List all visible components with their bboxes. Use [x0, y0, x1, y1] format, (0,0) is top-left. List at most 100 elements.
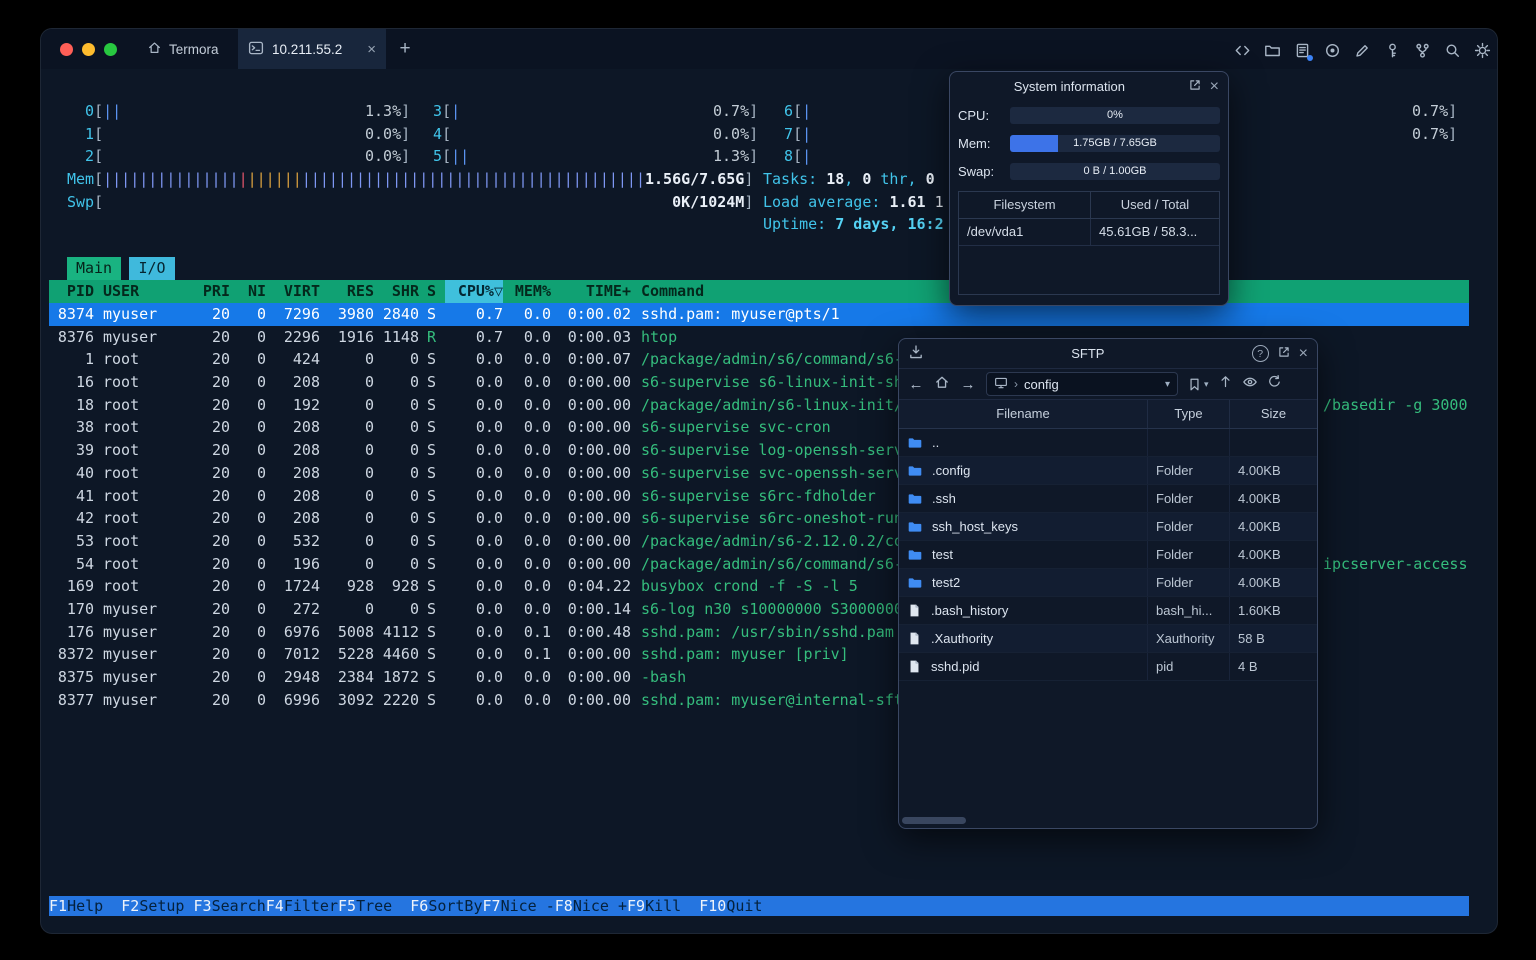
file-name: ssh_host_keys [932, 519, 1018, 534]
device-icon [994, 376, 1008, 393]
breadcrumb-separator: › [1014, 377, 1018, 391]
col-filename[interactable]: Filename [899, 400, 1148, 428]
fkey-item[interactable]: F8 [555, 896, 573, 916]
popout-icon[interactable] [1277, 345, 1291, 362]
htop-tab-main[interactable]: Main [67, 257, 121, 280]
fkey-item[interactable]: F6 [410, 896, 428, 916]
fkey-label[interactable]: Kill [645, 896, 699, 916]
close-icon[interactable]: × [1299, 346, 1308, 362]
tab-home[interactable]: Termora [133, 29, 233, 69]
file-size: 4 B [1230, 653, 1317, 680]
file-row[interactable]: testFolder4.00KB [899, 541, 1317, 569]
home-button[interactable] [934, 374, 950, 395]
traffic-light-close[interactable] [60, 43, 73, 56]
fkey-item[interactable]: F3 [194, 896, 212, 916]
preview-button[interactable] [1242, 374, 1258, 395]
file-size [1230, 429, 1317, 456]
fkey-label[interactable]: SortBy [428, 896, 482, 916]
file-row[interactable]: .sshFolder4.00KB [899, 485, 1317, 513]
horizontal-scrollbar-thumb[interactable] [902, 817, 966, 824]
file-size: 4.00KB [1230, 513, 1317, 540]
file-row[interactable]: .XauthorityXauthority58 B [899, 625, 1317, 653]
fkey-item[interactable]: F10 [699, 896, 726, 916]
code-icon[interactable] [1233, 41, 1251, 59]
help-icon[interactable]: ? [1252, 345, 1269, 362]
fkey-label[interactable]: Tree [356, 896, 410, 916]
process-table-header[interactable]: PIDUSERPRINIVIRTRESSHRSCPU%▽MEM%TIME+Com… [49, 280, 1469, 303]
folder-icon [907, 519, 923, 535]
traffic-light-zoom[interactable] [104, 43, 117, 56]
bookmark-button[interactable]: ▾ [1187, 377, 1209, 392]
refresh-button[interactable] [1267, 374, 1282, 394]
fkey-item[interactable]: F4 [266, 896, 284, 916]
file-row[interactable]: .bash_historybash_hi...1.60KB [899, 597, 1317, 625]
breadcrumb[interactable]: › config ▾ [986, 372, 1178, 396]
fkey-label[interactable]: Nice + [573, 896, 627, 916]
sysinfo-label: CPU: [958, 108, 1010, 123]
htop-tab-io[interactable]: I/O [129, 257, 175, 280]
chevron-down-icon[interactable]: ▾ [1165, 379, 1170, 390]
back-button[interactable]: ← [907, 376, 925, 393]
search-icon[interactable] [1443, 41, 1461, 59]
forward-button[interactable]: → [959, 376, 977, 393]
fkey-label[interactable]: Setup [139, 896, 193, 916]
file-name: .bash_history [931, 603, 1008, 618]
traffic-light-minimize[interactable] [82, 43, 95, 56]
col-type[interactable]: Type [1148, 400, 1230, 428]
download-icon[interactable] [908, 344, 924, 363]
home-icon [147, 40, 162, 58]
col-size[interactable]: Size [1230, 400, 1317, 428]
up-directory-button[interactable] [1218, 374, 1233, 394]
process-row[interactable]: 8374myuser200729639802840S0.70.00:00.02s… [49, 303, 1469, 326]
tab-host[interactable]: 10.211.55.2 × [238, 29, 386, 69]
fkey-item[interactable]: F1 [49, 896, 67, 916]
file-row[interactable]: test2Folder4.00KB [899, 569, 1317, 597]
edit-icon[interactable] [1353, 41, 1371, 59]
sftp-title: SFTP [932, 346, 1244, 361]
fkey-label[interactable]: Quit [726, 896, 780, 916]
close-icon[interactable]: × [1210, 79, 1219, 95]
file-icon [907, 631, 922, 646]
file-size: 4.00KB [1230, 485, 1317, 512]
terminal-line: Mem[||||||||||||||||||||||||||||||||||||… [67, 168, 753, 191]
file-type: Folder [1148, 485, 1230, 512]
filesystem-rows: /dev/vda145.61GB / 58.3... [959, 219, 1219, 246]
sftp-panel: SFTP ? × ← → › config ▾ ▾ [898, 338, 1318, 829]
fkey-item[interactable]: F2 [121, 896, 139, 916]
terminal-icon [248, 40, 264, 59]
file-type: Folder [1148, 513, 1230, 540]
terminal-line: ipcserver-access [1323, 553, 1468, 576]
fkey-item[interactable]: F9 [627, 896, 645, 916]
fkey-label[interactable]: Nice - [501, 896, 555, 916]
fs-col-filesystem: Filesystem [959, 192, 1091, 218]
file-row[interactable]: ssh_host_keys Folder4.00KB [899, 513, 1317, 541]
filesystem-table: Filesystem Used / Total /dev/vda145.61GB… [958, 191, 1220, 295]
terminal-line: Load average: 1.61 1 [763, 191, 944, 214]
mem-usage-bar: 1.75GB / 7.65GB [1010, 135, 1220, 152]
file-name: test2 [932, 575, 960, 590]
settings-icon[interactable] [1473, 41, 1491, 59]
record-icon[interactable] [1323, 41, 1341, 59]
file-row[interactable]: .configFolder4.00KB [899, 457, 1317, 485]
fkey-item[interactable]: F7 [483, 896, 501, 916]
fkey-label[interactable]: Help [67, 896, 121, 916]
terminal-line: Tasks: 18, 0 thr, 0 [763, 168, 935, 191]
tasks-icon[interactable] [1293, 41, 1311, 59]
folder-icon[interactable] [1263, 41, 1281, 59]
terminal-line: Uptime: 7 days, 16:2 [763, 213, 944, 236]
file-row[interactable]: sshd.pidpid4 B [899, 653, 1317, 681]
sysinfo-body: CPU:0%Mem:1.75GB / 7.65GBSwap:0 B / 1.00… [950, 101, 1228, 185]
fkey-item[interactable]: F5 [338, 896, 356, 916]
filesystem-row[interactable]: /dev/vda145.61GB / 58.3... [959, 219, 1219, 246]
popout-icon[interactable] [1188, 78, 1202, 95]
terminal-line: /basedir -g 3000 [1323, 394, 1468, 417]
folder-icon [907, 463, 923, 479]
fkey-label[interactable]: Filter [284, 896, 338, 916]
git-branch-icon[interactable] [1413, 41, 1431, 59]
app-window: Termora 10.211.55.2 × + 0[|| 1.3% [40, 28, 1498, 934]
new-tab-button[interactable]: + [393, 37, 417, 61]
tab-close-icon[interactable]: × [367, 41, 376, 58]
fkey-label[interactable]: Search [212, 896, 266, 916]
file-row[interactable]: .. [899, 429, 1317, 457]
key-icon[interactable] [1383, 41, 1401, 59]
